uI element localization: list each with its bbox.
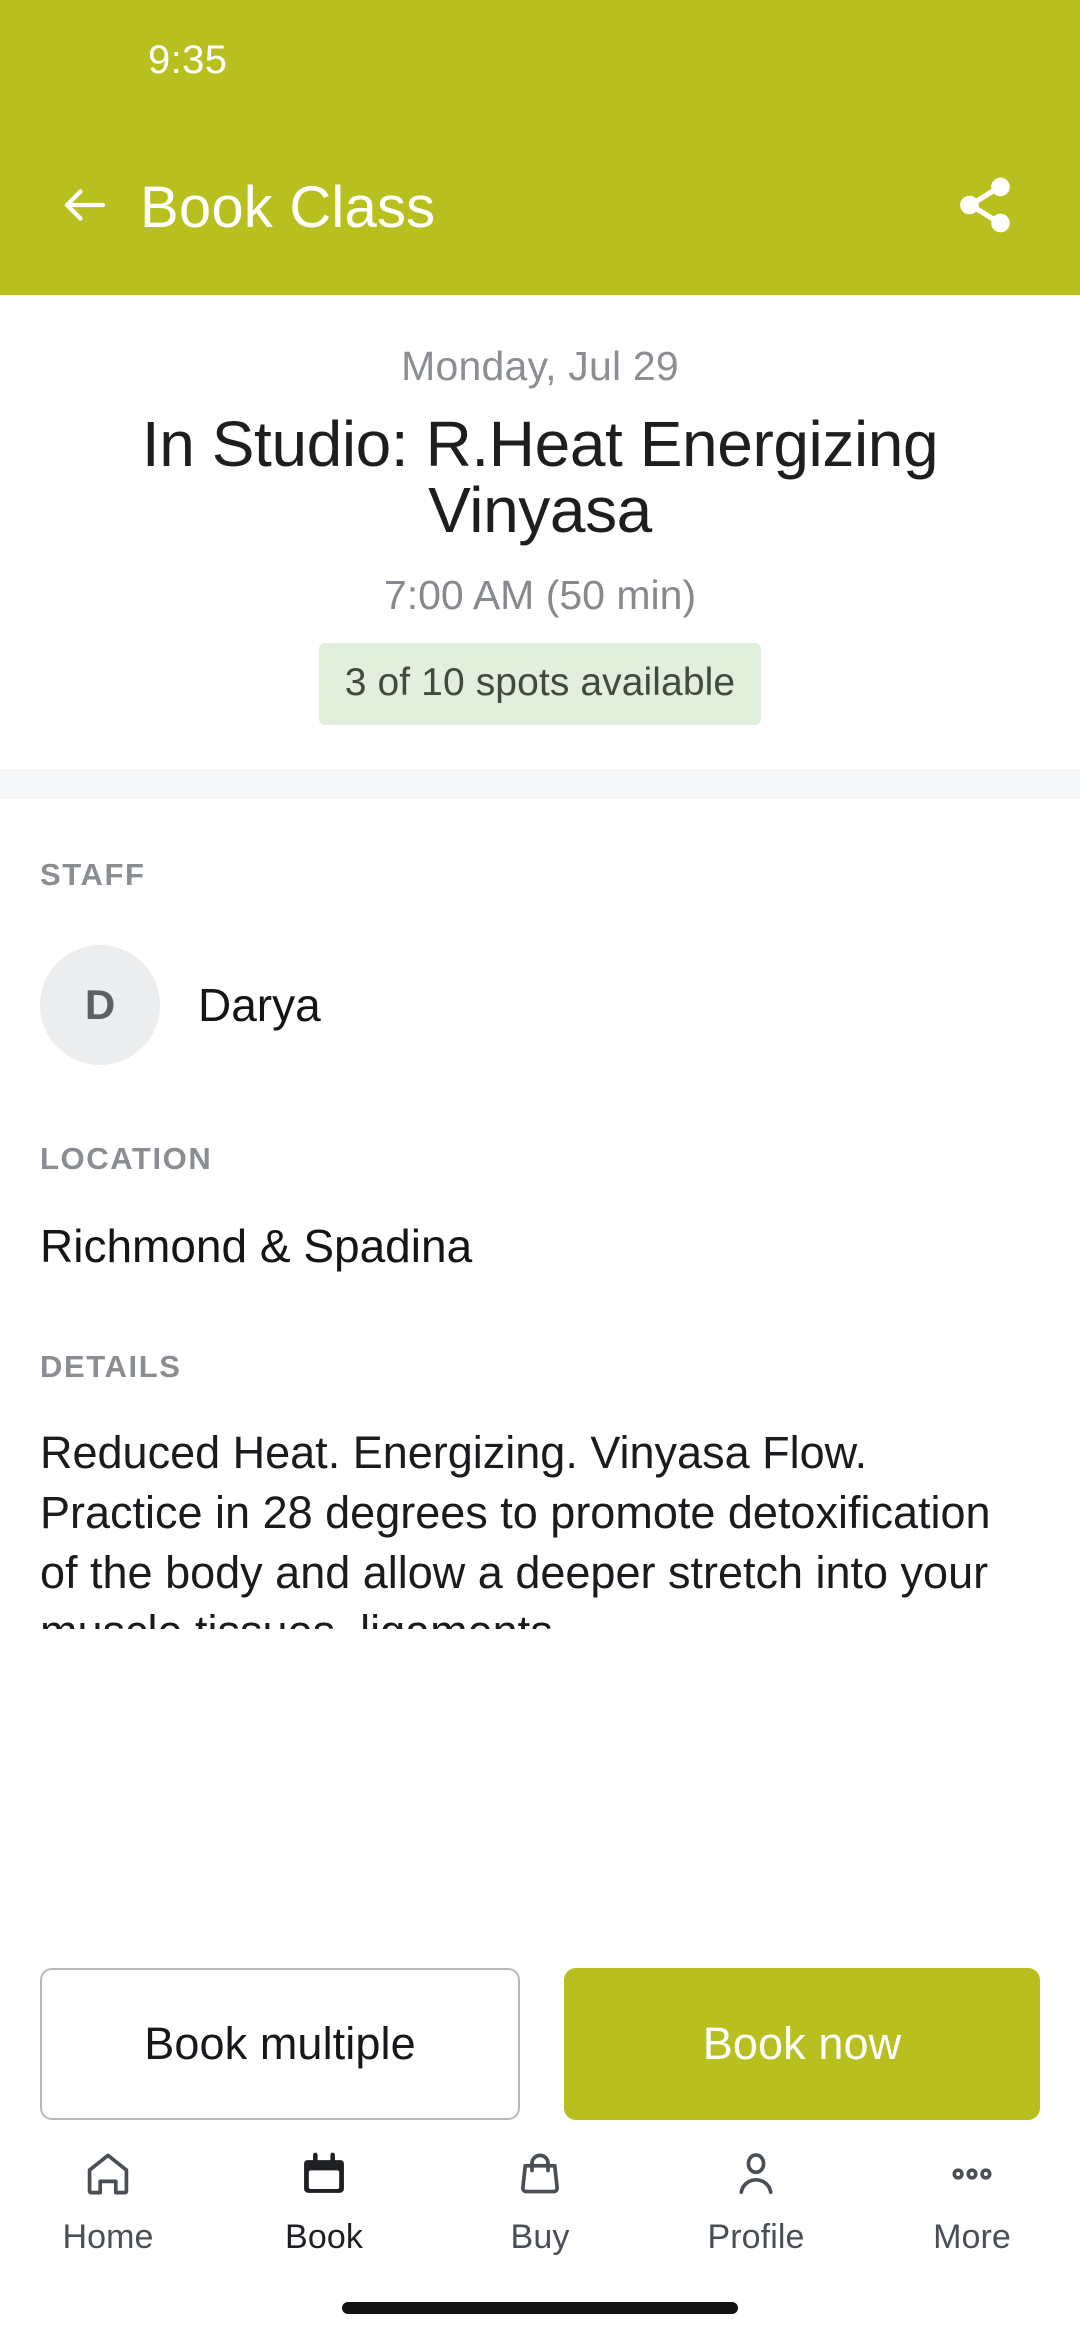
bag-icon — [514, 2144, 566, 2204]
status-bar: 9:35 — [0, 0, 1080, 120]
arrow-left-icon — [58, 178, 112, 237]
location-value: Richmond & Spadina — [40, 1219, 473, 1272]
app-screen: 9:35 Book Class Monday, Jul 29 In Studio… — [0, 0, 1080, 2340]
nav-item-buy[interactable]: Buy — [432, 2144, 648, 2257]
action-bar: Book multiple Book now — [0, 1968, 1080, 2120]
nav-label-more: More — [933, 2218, 1011, 2256]
nav-item-profile[interactable]: Profile — [648, 2144, 864, 2257]
book-now-button[interactable]: Book now — [564, 1968, 1040, 2120]
details-text: Reduced Heat. Energizing. Vinyasa Flow. … — [40, 1426, 991, 1629]
class-title: In Studio: R.Heat Energizing Vinyasa — [141, 408, 939, 546]
app-header: 9:35 Book Class — [0, 0, 1080, 295]
nav-label-buy: Buy — [510, 2218, 570, 2256]
class-details-content: STAFF D Darya LOCATION Richmond & Spadin… — [0, 799, 1080, 1629]
staff-section-label: STAFF — [40, 856, 146, 892]
class-time-duration: 7:00 AM (50 min) — [383, 571, 697, 618]
class-summary: Monday, Jul 29 In Studio: R.Heat Energiz… — [0, 295, 1080, 769]
spots-available-badge: 3 of 10 spots available — [318, 642, 762, 725]
section-divider — [0, 768, 1080, 799]
person-icon — [730, 2144, 782, 2204]
book-multiple-button[interactable]: Book multiple — [40, 1968, 520, 2120]
staff-row[interactable]: D Darya — [40, 944, 1040, 1065]
app-bar: Book Class — [0, 120, 1080, 295]
ellipsis-icon — [946, 2144, 998, 2204]
home-indicator — [342, 2302, 738, 2314]
details-section-label: DETAILS — [40, 1348, 182, 1384]
home-icon — [82, 2144, 134, 2204]
back-button[interactable] — [48, 171, 122, 245]
class-date: Monday, Jul 29 — [401, 343, 679, 389]
share-icon — [954, 174, 1016, 241]
nav-label-profile: Profile — [707, 2218, 805, 2256]
location-section-label: LOCATION — [40, 1140, 213, 1176]
avatar: D — [40, 944, 160, 1065]
nav-item-more[interactable]: More — [864, 2144, 1080, 2257]
nav-label-book: Book — [285, 2218, 363, 2256]
staff-name: Darya — [198, 978, 321, 1031]
page-title: Book Class — [140, 175, 436, 240]
calendar-icon — [298, 2144, 350, 2204]
status-bar-clock: 9:35 — [148, 37, 228, 82]
bottom-navigation: Home Book Buy Profile More — [0, 2128, 1080, 2278]
nav-item-home[interactable]: Home — [0, 2144, 216, 2257]
nav-item-book[interactable]: Book — [216, 2144, 432, 2257]
share-button[interactable] — [946, 169, 1024, 247]
nav-label-home: Home — [62, 2218, 154, 2256]
